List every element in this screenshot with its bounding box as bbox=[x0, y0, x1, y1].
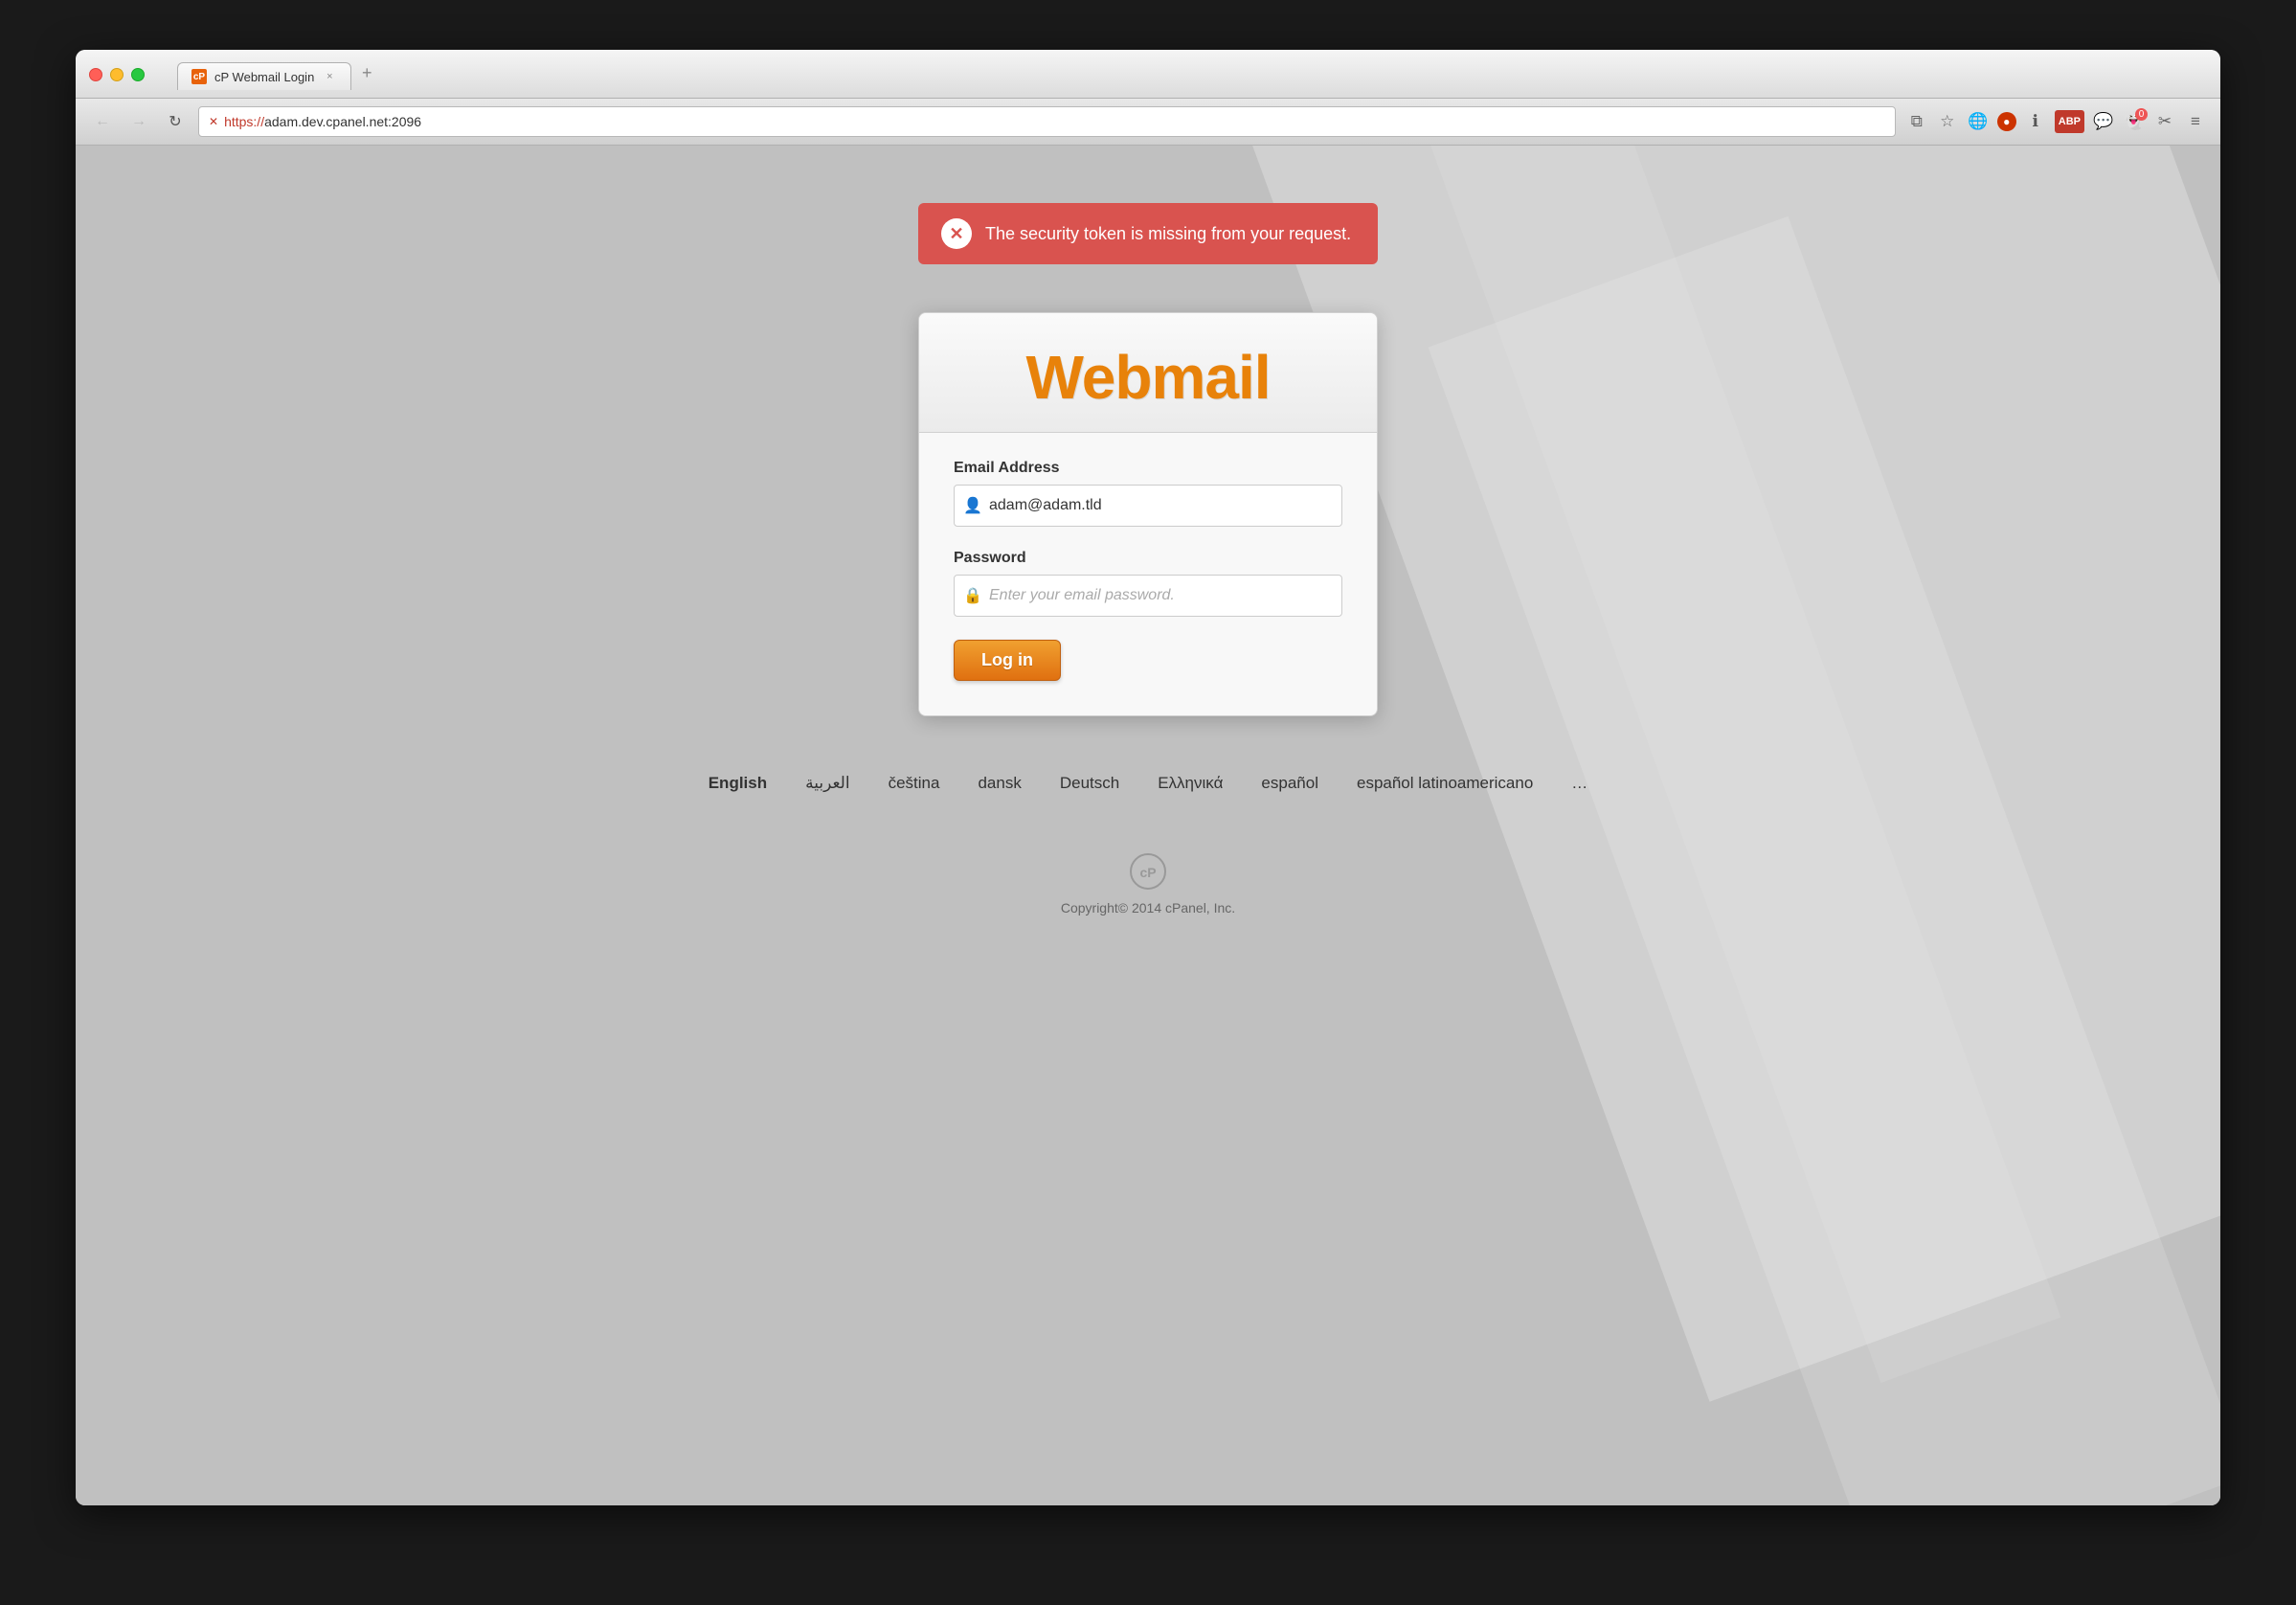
close-window-button[interactable] bbox=[89, 68, 102, 81]
language-bar: English العربية čeština dansk Deutsch Ελληνικ… bbox=[709, 774, 1588, 793]
page-inner: ✕ The security token is missing from you… bbox=[76, 146, 2220, 1505]
footer-copyright: Copyright© 2014 cPanel, Inc. bbox=[1061, 900, 1235, 916]
ssl-badge-icon: ✕ bbox=[209, 115, 218, 128]
maximize-window-button[interactable] bbox=[131, 68, 145, 81]
error-banner: ✕ The security token is missing from you… bbox=[918, 203, 1378, 264]
minimize-window-button[interactable] bbox=[110, 68, 124, 81]
address-field[interactable]: ✕ https://adam.dev.cpanel.net:2096 bbox=[198, 106, 1896, 137]
email-input-wrapper: 👤 bbox=[954, 485, 1342, 527]
login-header: Webmail bbox=[919, 313, 1377, 433]
tab-favicon-icon: cP bbox=[191, 69, 207, 84]
chat-icon[interactable]: 💬 bbox=[2092, 110, 2115, 133]
error-x-icon: ✕ bbox=[949, 224, 963, 244]
browser-window: cP cP Webmail Login × + ← → ↻ ✕ https://… bbox=[76, 50, 2220, 1505]
forward-button[interactable]: → bbox=[125, 108, 152, 135]
back-button[interactable]: ← bbox=[89, 108, 116, 135]
translate-icon[interactable]: 🌐 bbox=[1967, 110, 1990, 133]
password-label: Password bbox=[954, 550, 1342, 567]
tab-title: cP Webmail Login bbox=[214, 70, 314, 84]
lang-link-ar[interactable]: العربية bbox=[805, 774, 849, 793]
user-icon: 👤 bbox=[963, 496, 982, 515]
address-bar-row: ← → ↻ ✕ https://adam.dev.cpanel.net:2096… bbox=[76, 99, 2220, 146]
protocol-text: https:// bbox=[224, 114, 264, 129]
error-message: The security token is missing from your … bbox=[985, 224, 1351, 244]
password-input-wrapper: 🔒 bbox=[954, 575, 1342, 617]
error-icon: ✕ bbox=[941, 218, 972, 249]
footer: cP Copyright© 2014 cPanel, Inc. bbox=[1061, 850, 1235, 916]
adblock-icon[interactable]: ABP bbox=[2055, 110, 2084, 133]
bookmark-icon[interactable]: ☆ bbox=[1936, 110, 1959, 133]
email-input[interactable] bbox=[954, 485, 1342, 527]
lang-link-more[interactable]: … bbox=[1571, 774, 1587, 793]
login-form-area: Email Address 👤 Password 🔒 Log in bbox=[919, 433, 1377, 715]
login-title: Webmail bbox=[919, 342, 1377, 413]
footer-logo: cP bbox=[1127, 850, 1169, 893]
login-button[interactable]: Log in bbox=[954, 640, 1061, 681]
tab-bar: cP cP Webmail Login × + bbox=[177, 59, 380, 90]
page-icon[interactable]: ⧉ bbox=[1905, 110, 1928, 133]
menu-icon[interactable]: ≡ bbox=[2184, 110, 2207, 133]
browser-titlebar: cP cP Webmail Login × + bbox=[76, 50, 2220, 99]
lang-link-el[interactable]: Ελληνικά bbox=[1158, 774, 1223, 793]
lang-link-da[interactable]: dansk bbox=[978, 774, 1021, 793]
lang-link-es_la[interactable]: español latinoamericano bbox=[1357, 774, 1533, 793]
privacy-icon[interactable]: ● bbox=[1997, 112, 2016, 131]
lang-link-en[interactable]: English bbox=[709, 774, 767, 793]
address-text: https://adam.dev.cpanel.net:2096 bbox=[224, 114, 421, 129]
lang-link-de[interactable]: Deutsch bbox=[1060, 774, 1119, 793]
password-input[interactable] bbox=[954, 575, 1342, 617]
reload-button[interactable]: ↻ bbox=[162, 108, 189, 135]
lang-link-es[interactable]: español bbox=[1261, 774, 1318, 793]
login-box: Webmail Email Address 👤 Password 🔒 Log i… bbox=[918, 312, 1378, 716]
page-content: ✕ The security token is missing from you… bbox=[76, 146, 2220, 1505]
toolbar-icons: ⧉ ☆ 🌐 ● ℹ ABP 💬 👻 0 ✂ ≡ bbox=[1905, 110, 2207, 133]
lang-link-cs[interactable]: čeština bbox=[889, 774, 940, 793]
info-icon[interactable]: ℹ bbox=[2024, 110, 2047, 133]
browser-tab-active[interactable]: cP cP Webmail Login × bbox=[177, 62, 351, 90]
ghost-icon[interactable]: 👻 0 bbox=[2123, 110, 2146, 133]
svg-text:cP: cP bbox=[1139, 865, 1156, 880]
traffic-lights bbox=[89, 68, 145, 81]
scissors-icon[interactable]: ✂ bbox=[2153, 110, 2176, 133]
domain-text: adam.dev.cpanel.net:2096 bbox=[264, 114, 421, 129]
new-tab-button[interactable]: + bbox=[353, 59, 380, 86]
email-label: Email Address bbox=[954, 460, 1342, 477]
tab-close-button[interactable]: × bbox=[322, 69, 337, 84]
lock-icon: 🔒 bbox=[963, 586, 982, 605]
